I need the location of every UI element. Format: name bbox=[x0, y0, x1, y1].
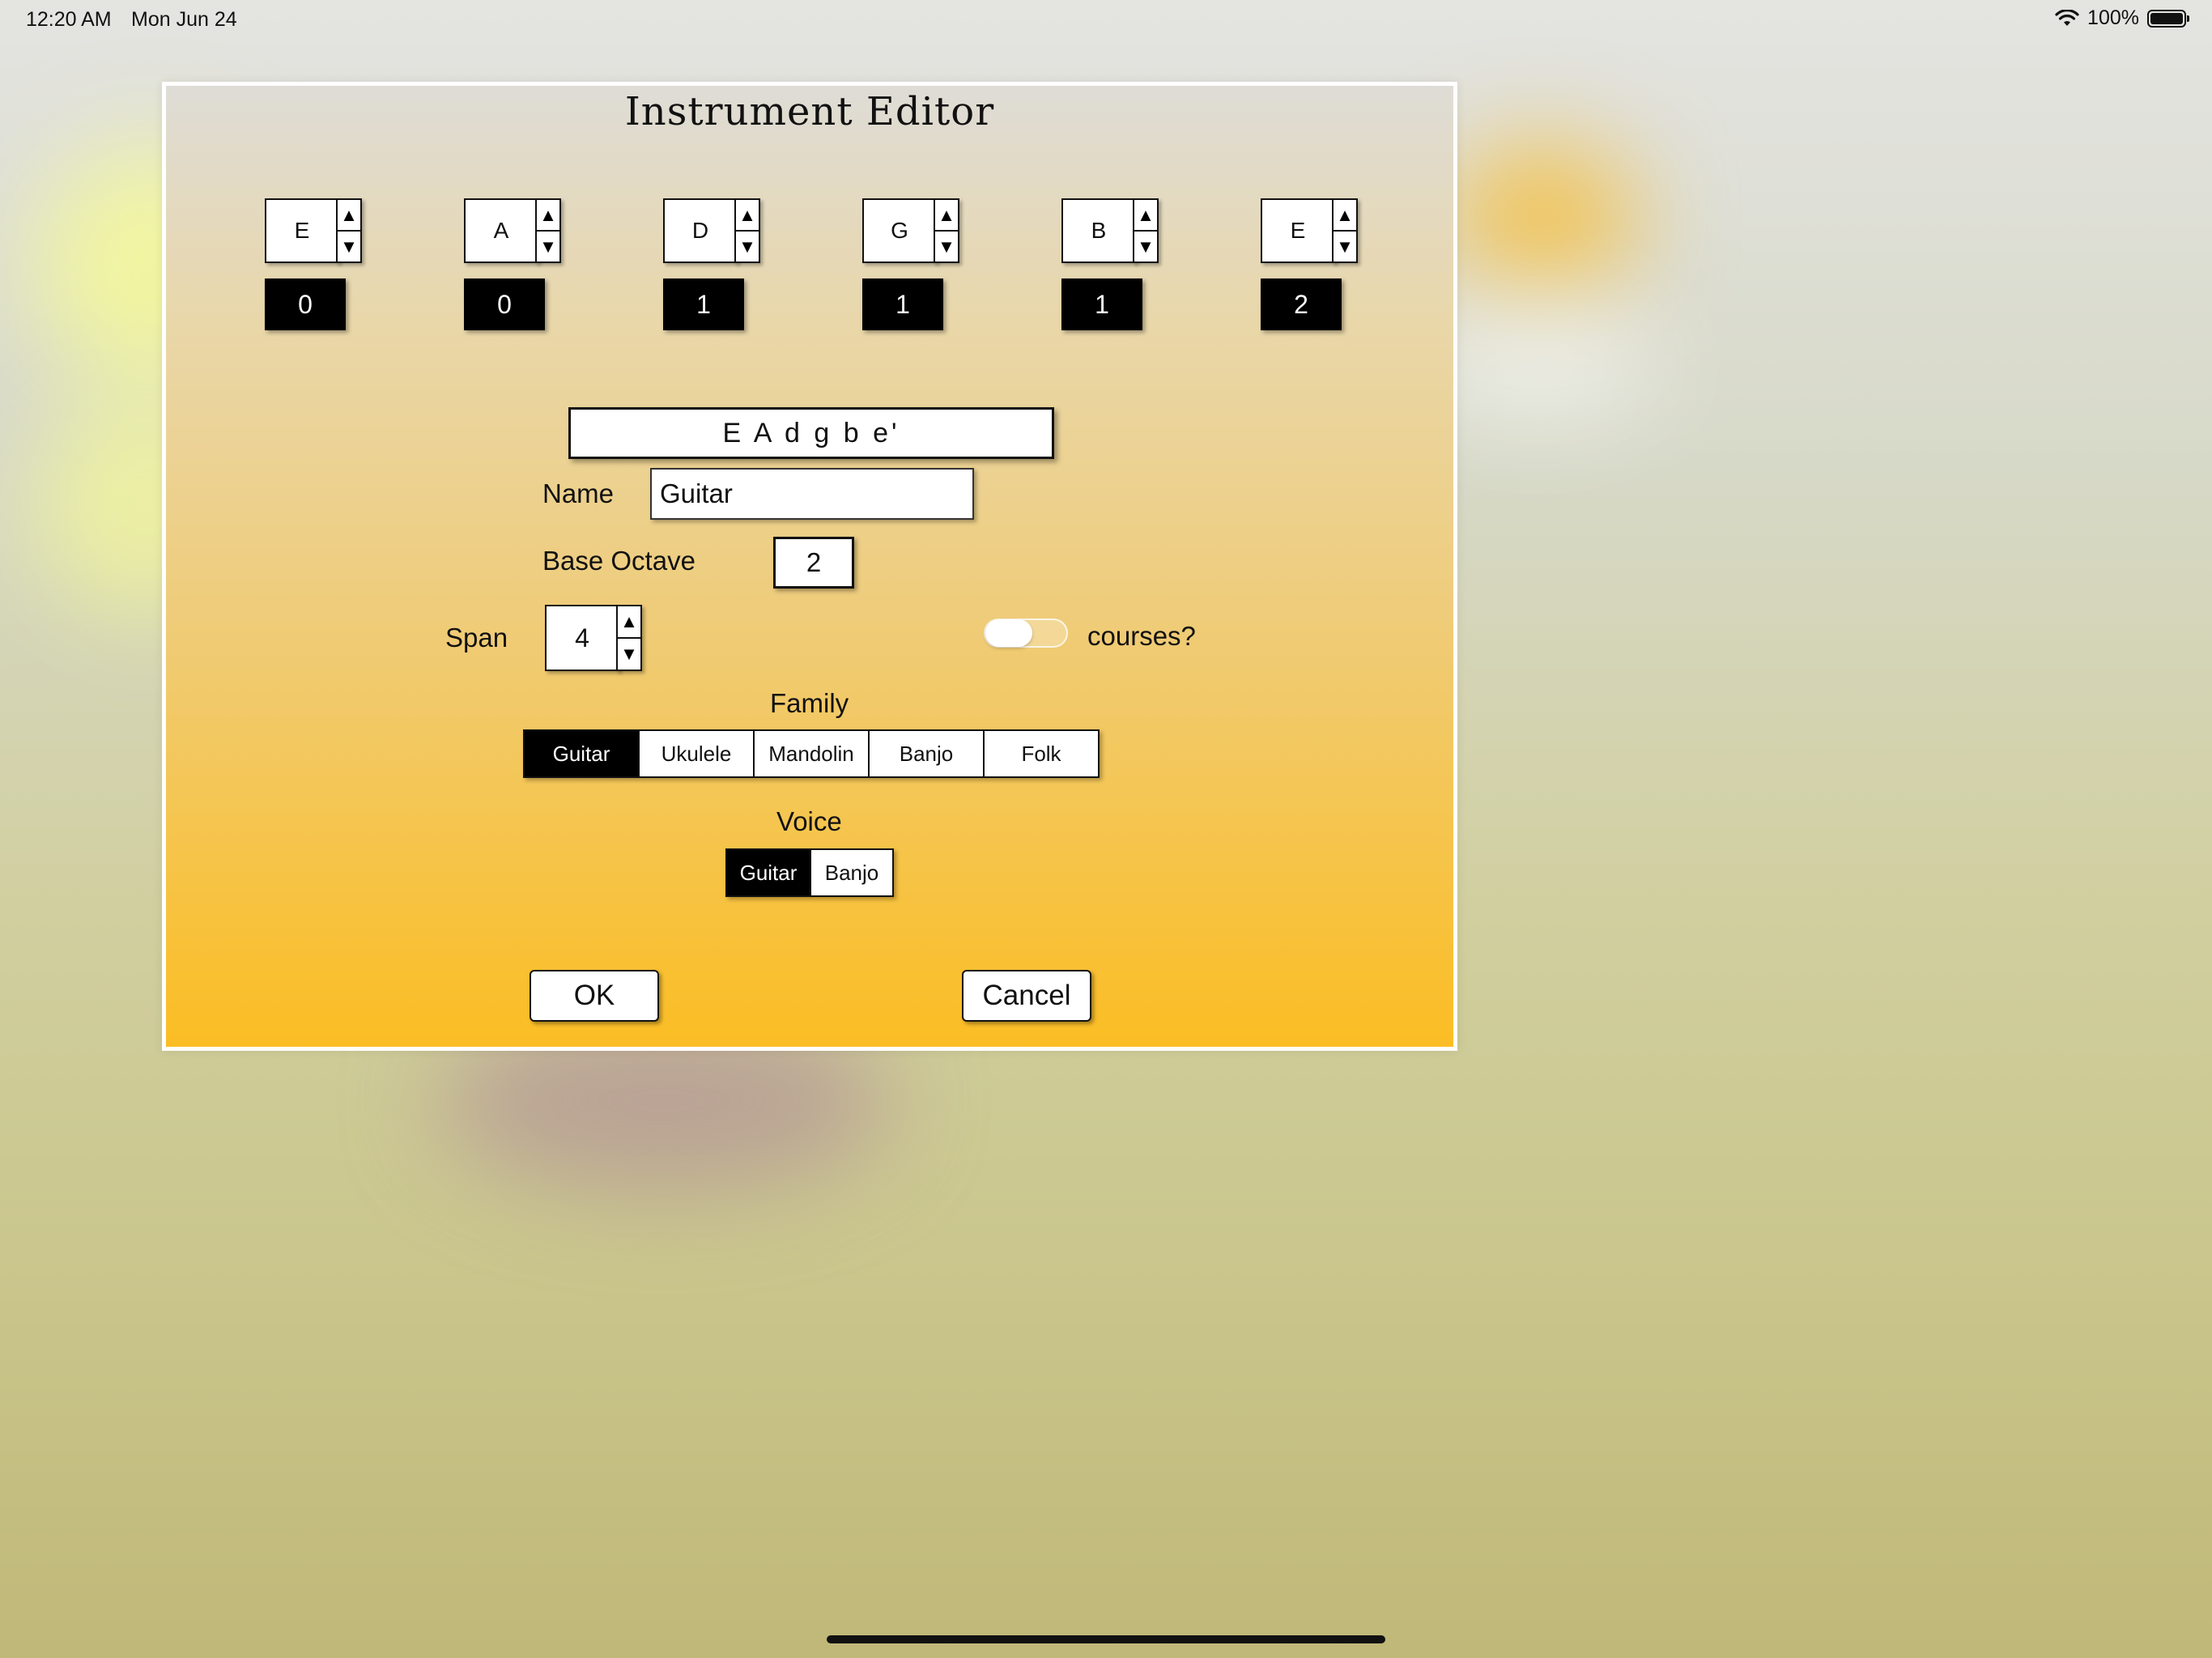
string-note-6[interactable]: E bbox=[1261, 198, 1335, 263]
string-note-1[interactable]: E bbox=[265, 198, 339, 263]
arrow-up-icon[interactable]: ▲ bbox=[338, 200, 360, 232]
arrow-down-icon[interactable]: ▼ bbox=[1334, 232, 1356, 261]
string-note-stepper-4[interactable]: ▲ ▼ bbox=[934, 198, 959, 263]
string-note-stepper-1[interactable]: ▲ ▼ bbox=[336, 198, 362, 263]
family-option-folk[interactable]: Folk bbox=[985, 731, 1098, 776]
family-segmented-control: Guitar Ukulele Mandolin Banjo Folk bbox=[523, 729, 1100, 778]
instrument-editor-dialog: Instrument Editor E ▲ ▼ 0 A ▲ ▼ 0 D ▲ ▼ … bbox=[162, 82, 1457, 1051]
string-note-stepper-2[interactable]: ▲ ▼ bbox=[535, 198, 561, 263]
status-time: 12:20 AM bbox=[26, 8, 112, 31]
string-octave-2[interactable]: 0 bbox=[464, 278, 545, 330]
toggle-knob bbox=[985, 619, 1032, 647]
battery-icon bbox=[2147, 9, 2189, 28]
voice-label: Voice bbox=[776, 806, 842, 836]
home-indicator[interactable] bbox=[827, 1635, 1385, 1643]
courses-toggle[interactable] bbox=[984, 619, 1068, 648]
voice-option-banjo[interactable]: Banjo bbox=[811, 850, 892, 895]
ok-button[interactable]: OK bbox=[530, 970, 659, 1022]
courses-label: courses? bbox=[1087, 621, 1196, 651]
arrow-down-icon[interactable]: ▼ bbox=[736, 232, 759, 261]
string-note-3[interactable]: D bbox=[663, 198, 738, 263]
string-column-1: E ▲ ▼ 0 bbox=[265, 198, 378, 336]
status-right: 100% bbox=[2055, 6, 2189, 30]
background-blob bbox=[1449, 146, 1636, 291]
tuning-display: E A d g b e' bbox=[568, 407, 1054, 459]
string-octave-1[interactable]: 0 bbox=[265, 278, 346, 330]
string-octave-4[interactable]: 1 bbox=[862, 278, 943, 330]
span-label: Span bbox=[445, 623, 508, 653]
base-octave-field[interactable]: 2 bbox=[773, 537, 854, 589]
arrow-down-icon[interactable]: ▼ bbox=[618, 639, 640, 670]
status-date: Mon Jun 24 bbox=[131, 8, 237, 31]
arrow-up-icon[interactable]: ▲ bbox=[736, 200, 759, 232]
base-octave-label: Base Octave bbox=[542, 546, 696, 576]
wifi-icon bbox=[2055, 9, 2079, 28]
string-column-6: E ▲ ▼ 2 bbox=[1261, 198, 1374, 336]
arrow-down-icon[interactable]: ▼ bbox=[935, 232, 958, 261]
family-option-ukulele[interactable]: Ukulele bbox=[640, 731, 755, 776]
arrow-down-icon[interactable]: ▼ bbox=[537, 232, 559, 261]
string-column-3: D ▲ ▼ 1 bbox=[663, 198, 776, 336]
family-option-mandolin[interactable]: Mandolin bbox=[755, 731, 870, 776]
string-note-stepper-5[interactable]: ▲ ▼ bbox=[1133, 198, 1159, 263]
string-column-2: A ▲ ▼ 0 bbox=[464, 198, 577, 336]
name-label: Name bbox=[542, 478, 615, 508]
string-note-stepper-3[interactable]: ▲ ▼ bbox=[734, 198, 760, 263]
voice-option-guitar[interactable]: Guitar bbox=[727, 850, 811, 895]
arrow-up-icon[interactable]: ▲ bbox=[935, 200, 958, 232]
battery-percent: 100% bbox=[2087, 6, 2139, 29]
string-note-stepper-6[interactable]: ▲ ▼ bbox=[1332, 198, 1358, 263]
family-label: Family bbox=[770, 688, 849, 718]
arrow-up-icon[interactable]: ▲ bbox=[537, 200, 559, 232]
span-stepper[interactable]: ▲ ▼ bbox=[616, 605, 642, 671]
string-column-4: G ▲ ▼ 1 bbox=[862, 198, 976, 336]
voice-segmented-control: Guitar Banjo bbox=[725, 848, 894, 897]
arrow-up-icon[interactable]: ▲ bbox=[1134, 200, 1157, 232]
string-note-5[interactable]: B bbox=[1061, 198, 1136, 263]
string-octave-5[interactable]: 1 bbox=[1061, 278, 1142, 330]
string-column-5: B ▲ ▼ 1 bbox=[1061, 198, 1175, 336]
status-bar: 12:20 AM Mon Jun 24 100% bbox=[0, 0, 2212, 39]
span-field[interactable]: 4 bbox=[545, 605, 619, 671]
string-note-2[interactable]: A bbox=[464, 198, 538, 263]
cancel-button[interactable]: Cancel bbox=[962, 970, 1091, 1022]
family-option-guitar[interactable]: Guitar bbox=[525, 731, 640, 776]
string-octave-6[interactable]: 2 bbox=[1261, 278, 1342, 330]
string-octave-3[interactable]: 1 bbox=[663, 278, 744, 330]
dialog-title: Instrument Editor bbox=[624, 89, 995, 134]
string-note-4[interactable]: G bbox=[862, 198, 937, 263]
name-input[interactable] bbox=[650, 468, 974, 520]
arrow-up-icon[interactable]: ▲ bbox=[618, 606, 640, 639]
arrow-down-icon[interactable]: ▼ bbox=[1134, 232, 1157, 261]
arrow-up-icon[interactable]: ▲ bbox=[1334, 200, 1356, 232]
arrow-down-icon[interactable]: ▼ bbox=[338, 232, 360, 261]
family-option-banjo[interactable]: Banjo bbox=[870, 731, 985, 776]
